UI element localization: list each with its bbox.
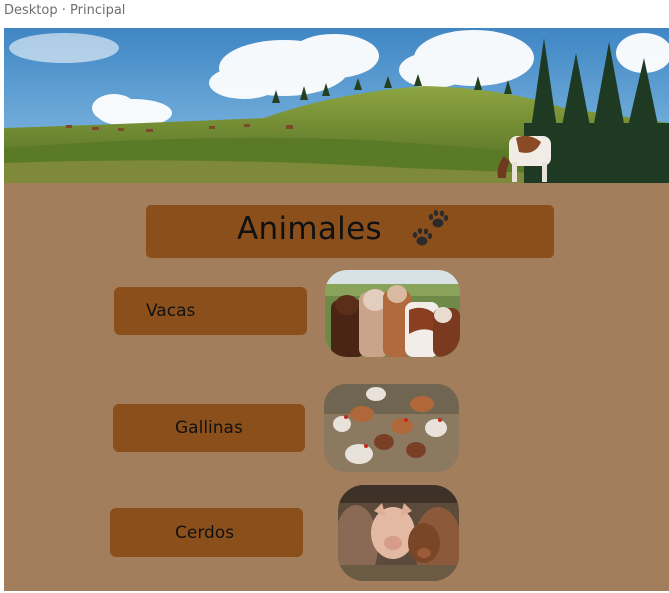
vacas-button[interactable]: Vacas [114, 287, 307, 335]
gallinas-button[interactable]: Gallinas [113, 404, 305, 452]
cows-photo[interactable] [325, 270, 460, 357]
cerdos-button[interactable]: Cerdos [110, 508, 303, 557]
chickens-photo[interactable] [324, 384, 459, 472]
frame-label: Desktop · Principal [4, 3, 126, 18]
desktop-frame: Animales Vacas Gallinas Cerdos [4, 28, 669, 591]
page-title: Animales [237, 211, 382, 247]
vacas-label: Vacas [146, 301, 196, 321]
paw-prints-icon [412, 210, 449, 246]
cerdos-label: Cerdos [175, 522, 235, 543]
pigs-photo[interactable] [338, 485, 459, 581]
hero-landscape-image [4, 28, 669, 183]
title-banner: Animales [146, 205, 554, 258]
gallinas-label: Gallinas [175, 418, 243, 438]
